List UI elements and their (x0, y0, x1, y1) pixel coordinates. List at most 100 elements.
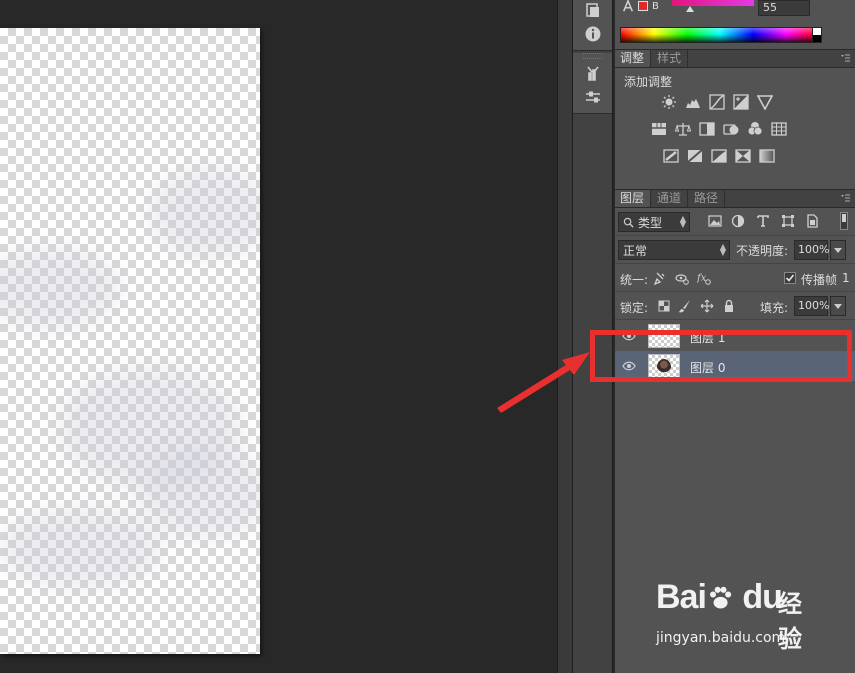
canvas-haze (140, 448, 260, 538)
panel-group-tools (573, 53, 612, 114)
brush-presets-button[interactable] (573, 61, 613, 85)
canvas-haze (0, 508, 160, 588)
threshold-button[interactable] (710, 148, 728, 164)
lock-all-button[interactable] (721, 298, 737, 314)
posterize-button[interactable] (686, 148, 704, 164)
opacity-field[interactable]: 100% (794, 240, 829, 260)
adjustments-row-3 (662, 148, 776, 164)
balance-icon (675, 123, 691, 136)
black-white-button[interactable] (698, 121, 716, 137)
unify-visibility-button[interactable] (674, 270, 690, 286)
color-channel-row: B (622, 0, 659, 12)
propagate-frame-checkbox[interactable] (784, 272, 796, 284)
color-balance-button[interactable] (674, 121, 692, 137)
invert-button[interactable] (662, 148, 680, 164)
filter-pixel-layers-button[interactable] (706, 212, 724, 230)
lock-icon (725, 299, 733, 312)
tab-channels[interactable]: 通道 (651, 190, 689, 207)
lock-fill-row: 锁定: 填充: 100% (614, 292, 855, 320)
brightness-contrast-button[interactable] (660, 94, 678, 110)
fill-dropdown[interactable] (830, 296, 846, 316)
exposure-button[interactable] (732, 94, 750, 110)
exposure-icon (733, 94, 749, 110)
current-color-swatch[interactable] (638, 1, 648, 11)
tab-styles[interactable]: 样式 (651, 50, 689, 67)
channel-slider-thumb[interactable] (686, 6, 694, 12)
tab-paths[interactable]: 路径 (688, 190, 726, 207)
watermark-url: jingyan.baidu.com (656, 630, 786, 646)
blend-mode-select[interactable]: 正常 ▲ ▼ (618, 240, 730, 260)
history-panel-button[interactable] (573, 0, 613, 22)
curves-button[interactable] (708, 94, 726, 110)
lock-label: 锁定: (620, 301, 649, 315)
baidu-watermark: Bai du 经验 jingyan.baidu.com (650, 578, 820, 658)
photo-filter-button[interactable] (722, 121, 740, 137)
filter-kind-label: 类型 (638, 215, 663, 230)
adjustments-panel: 添加调整 (614, 68, 855, 190)
text-color-icon (623, 0, 633, 12)
smart-object-icon (807, 214, 818, 228)
fill-label: 填充: (760, 301, 789, 315)
layer-filter-row: 类型 ▲ ▼ (614, 208, 855, 236)
lock-position-button[interactable] (699, 298, 715, 314)
channel-value-field[interactable]: 55 (758, 0, 810, 16)
gradient-map-button[interactable] (758, 148, 776, 164)
channel-slider-track[interactable] (672, 0, 754, 6)
unify-style-button[interactable]: fx (696, 270, 712, 286)
color-panel: B 55 (614, 0, 855, 50)
filter-type-layers-button[interactable] (754, 212, 772, 230)
info-panel-button[interactable] (573, 22, 613, 46)
black-white-icon (699, 122, 715, 136)
lock-transparent-pixels-button[interactable] (656, 298, 672, 314)
adjustments-tab-strip: 调整 样式 (614, 50, 855, 68)
color-spectrum[interactable] (620, 27, 820, 43)
tab-adjustments[interactable]: 调整 (614, 50, 652, 67)
photo-filter-icon (723, 124, 739, 135)
layer-filter-kind-select[interactable]: 类型 ▲ ▼ (618, 212, 690, 232)
brush-icon (587, 66, 599, 81)
invert-icon (663, 149, 679, 163)
tool-presets-button[interactable] (573, 85, 613, 109)
adjustments-panel-menu[interactable] (839, 52, 851, 64)
shape-icon (782, 215, 794, 227)
levels-button[interactable] (684, 94, 702, 110)
filter-toggle[interactable] (840, 212, 848, 230)
vibrance-button[interactable] (756, 94, 774, 110)
unify-position-button[interactable] (652, 270, 668, 286)
panel-grip[interactable] (583, 53, 602, 59)
vibrance-icon (757, 95, 773, 110)
canvas-haze (150, 168, 260, 258)
layers-tab-strip: 图层 通道 路径 (614, 190, 855, 208)
filter-adjustment-layers-button[interactable] (729, 212, 747, 230)
propagate-frame-value: 1 (842, 271, 850, 285)
adjustment-circle-icon (731, 214, 745, 228)
panel-menu-icon (841, 194, 850, 202)
black-white-swatch[interactable] (812, 27, 822, 43)
filter-shape-layers-button[interactable] (779, 212, 797, 230)
lock-image-pixels-button[interactable] (677, 298, 693, 314)
threshold-icon (711, 149, 727, 163)
layers-panel-menu[interactable] (839, 192, 851, 204)
unify-row: 统一: fx 传播帧 1 (614, 264, 855, 292)
history-icon (586, 3, 599, 17)
selective-color-button[interactable] (734, 148, 752, 164)
color-lookup-icon (771, 122, 787, 136)
opacity-label: 不透明度: (736, 244, 789, 258)
fx-icon: fx (697, 273, 711, 285)
fill-field[interactable]: 100% (794, 296, 829, 316)
document-canvas[interactable] (0, 28, 260, 654)
panel-divider[interactable] (557, 0, 573, 673)
hue-saturation-button[interactable] (650, 121, 668, 137)
chevron-down-icon (834, 247, 842, 253)
channel-mixer-button[interactable] (746, 121, 764, 137)
tab-layers[interactable]: 图层 (614, 190, 652, 207)
sliders-icon (586, 91, 600, 103)
type-icon (757, 215, 769, 227)
filter-smart-objects-button[interactable] (803, 212, 821, 230)
propagate-frame-label: 传播帧 (801, 273, 838, 287)
opacity-dropdown[interactable] (830, 240, 846, 260)
checker-lock-icon (658, 300, 670, 312)
channel-mixer-icon (747, 122, 763, 136)
color-lookup-button[interactable] (770, 121, 788, 137)
canvas-workspace[interactable] (0, 0, 557, 673)
